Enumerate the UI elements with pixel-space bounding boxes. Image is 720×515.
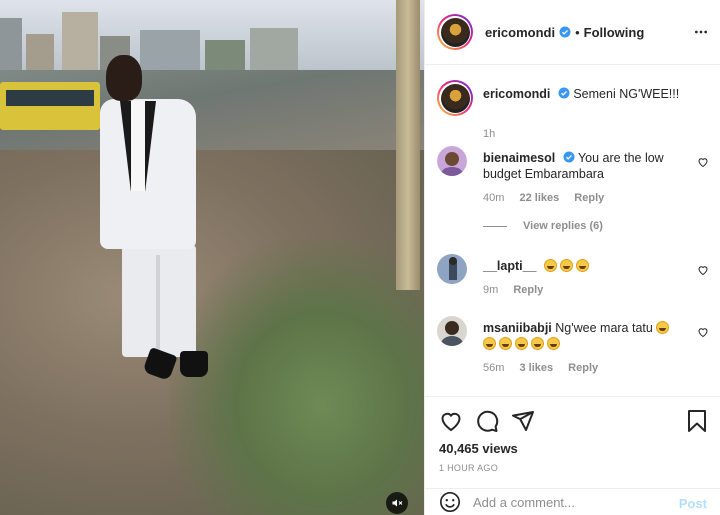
laughing-emoji-icon (515, 337, 528, 350)
laughing-emoji-icon (656, 321, 670, 334)
caption-meta: 1h (483, 128, 507, 140)
comment-likes[interactable]: 22 likes (519, 192, 559, 204)
laughing-emoji-icon (560, 259, 573, 272)
comment-text-wrap: bienaimesol You are the low budget Embar… (483, 150, 683, 182)
following-button[interactable]: Following (584, 25, 645, 40)
more-icon[interactable] (693, 24, 709, 40)
post-timestamp: 1 HOUR AGO (439, 463, 499, 473)
caption-text-wrap: ericomondi Semeni NG'WEE!!! (483, 86, 683, 102)
laughing-emoji-icon (531, 337, 544, 350)
author-username[interactable]: ericomondi (485, 25, 555, 40)
comment-text-wrap: __lapti__ (483, 258, 683, 274)
add-comment-bar: Post (425, 488, 720, 515)
comment-text: Ng'wee mara tatu (555, 321, 653, 335)
comment-meta: 40m 22 likes Reply (483, 192, 616, 204)
comment-likes[interactable]: 3 likes (519, 362, 553, 374)
comments-list[interactable]: ericomondi Semeni NG'WEE!!! 1h bienaimes… (425, 66, 720, 396)
laughing-emoji-icon (544, 259, 557, 272)
comment-time: 9m (483, 284, 499, 296)
author-avatar[interactable] (437, 14, 473, 50)
share-icon[interactable] (511, 409, 535, 433)
commenter-avatar[interactable] (437, 254, 467, 284)
reply-button[interactable]: Reply (574, 192, 604, 204)
verified-icon (559, 26, 571, 38)
comment-emojis (483, 337, 563, 351)
views-count[interactable]: 40,465 views (439, 441, 518, 456)
video-pole (396, 0, 420, 290)
comment-username[interactable]: msaniibabji (483, 321, 552, 335)
post-video[interactable] (0, 0, 424, 515)
laughing-emoji-icon (576, 259, 589, 272)
comment-emojis (544, 259, 592, 273)
mute-icon (392, 499, 403, 507)
laughing-emoji-icon (483, 337, 496, 350)
comment-item: msaniibabji Ng'wee mara tatu 56m 3 likes… (437, 316, 709, 386)
comment-username[interactable]: bienaimesol (483, 151, 555, 165)
comment-like-icon[interactable] (697, 264, 709, 276)
comment-like-icon[interactable] (697, 156, 709, 168)
caption-text: Semeni NG'WEE!!! (573, 87, 680, 101)
comment-item: bienaimesol You are the low budget Embar… (437, 146, 709, 236)
reply-button[interactable]: Reply (568, 362, 598, 374)
view-replies-button[interactable]: View replies (6) (483, 220, 603, 232)
video-bus (0, 82, 100, 130)
comment-text-wrap: msaniibabji Ng'wee mara tatu (483, 320, 683, 352)
commenter-avatar[interactable] (437, 146, 467, 176)
emoji-icon[interactable] (439, 491, 461, 513)
bookmark-icon[interactable] (685, 409, 709, 433)
comment-icon[interactable] (475, 409, 499, 433)
comment-input[interactable] (473, 494, 673, 510)
caption-avatar[interactable] (437, 80, 473, 116)
caption-row: ericomondi Semeni NG'WEE!!! 1h (437, 80, 709, 140)
caption-time: 1h (483, 128, 496, 140)
post-panel: ericomondi • Following ericomondi Semeni… (424, 0, 720, 515)
mute-button[interactable] (386, 492, 408, 514)
commenter-avatar[interactable] (437, 316, 467, 346)
comment-meta: 9m Reply (483, 284, 555, 296)
header-separator: • (575, 24, 580, 40)
comment-time: 40m (483, 192, 505, 204)
verified-icon (558, 87, 570, 99)
caption-username[interactable]: ericomondi (483, 87, 550, 101)
comment-item: __lapti__ 9m Reply (437, 254, 709, 304)
laughing-emoji-icon (499, 337, 512, 350)
heart-icon[interactable] (439, 409, 463, 433)
verified-icon (563, 151, 575, 163)
reply-button[interactable]: Reply (513, 284, 543, 296)
comment-like-icon[interactable] (697, 326, 709, 338)
laughing-emoji-icon (547, 337, 560, 350)
post-actions: 40,465 views 1 HOUR AGO (425, 396, 720, 488)
view-replies-label: View replies (6) (523, 220, 603, 232)
video-person (100, 55, 210, 385)
comment-time: 56m (483, 362, 505, 374)
post-comment-button[interactable]: Post (679, 496, 707, 511)
comment-username[interactable]: __lapti__ (483, 259, 537, 273)
comment-meta: 56m 3 likes Reply (483, 362, 610, 374)
post-header: ericomondi • Following (425, 0, 720, 65)
